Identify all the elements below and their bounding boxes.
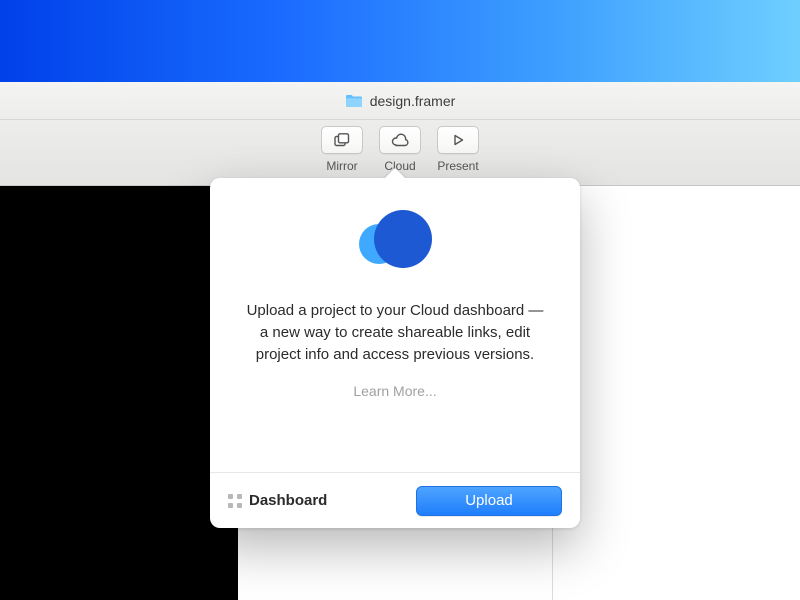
cloud-popover: Upload a project to your Cloud dashboard… bbox=[210, 178, 580, 528]
popover-body: Upload a project to your Cloud dashboard… bbox=[210, 178, 580, 472]
toolbar-item-cloud: Cloud bbox=[379, 126, 421, 173]
toolbar-item-mirror: Mirror bbox=[321, 126, 363, 173]
window-titlebar: design.framer bbox=[0, 82, 800, 120]
present-button[interactable] bbox=[437, 126, 479, 154]
grid-icon bbox=[228, 494, 242, 508]
cloud-icon bbox=[390, 133, 410, 147]
header-banner bbox=[0, 0, 800, 82]
cloud-button[interactable] bbox=[379, 126, 421, 154]
popover-description: Upload a project to your Cloud dashboard… bbox=[244, 300, 546, 365]
present-label: Present bbox=[437, 159, 478, 173]
folder-icon bbox=[345, 94, 363, 108]
cloud-hero-icon bbox=[345, 204, 445, 274]
mirror-button[interactable] bbox=[321, 126, 363, 154]
window-title: design.framer bbox=[370, 93, 456, 109]
layers-panel bbox=[0, 186, 238, 600]
upload-label: Upload bbox=[465, 492, 513, 509]
mirror-label: Mirror bbox=[326, 159, 357, 173]
toolbar-item-present: Present bbox=[437, 126, 479, 173]
popover-footer: Dashboard Upload bbox=[210, 472, 580, 528]
mirror-icon bbox=[334, 133, 350, 147]
dashboard-label: Dashboard bbox=[249, 492, 327, 509]
upload-button[interactable]: Upload bbox=[416, 486, 562, 516]
dashboard-button[interactable]: Dashboard bbox=[228, 492, 327, 509]
play-icon bbox=[451, 133, 465, 147]
learn-more-link[interactable]: Learn More... bbox=[353, 383, 436, 399]
